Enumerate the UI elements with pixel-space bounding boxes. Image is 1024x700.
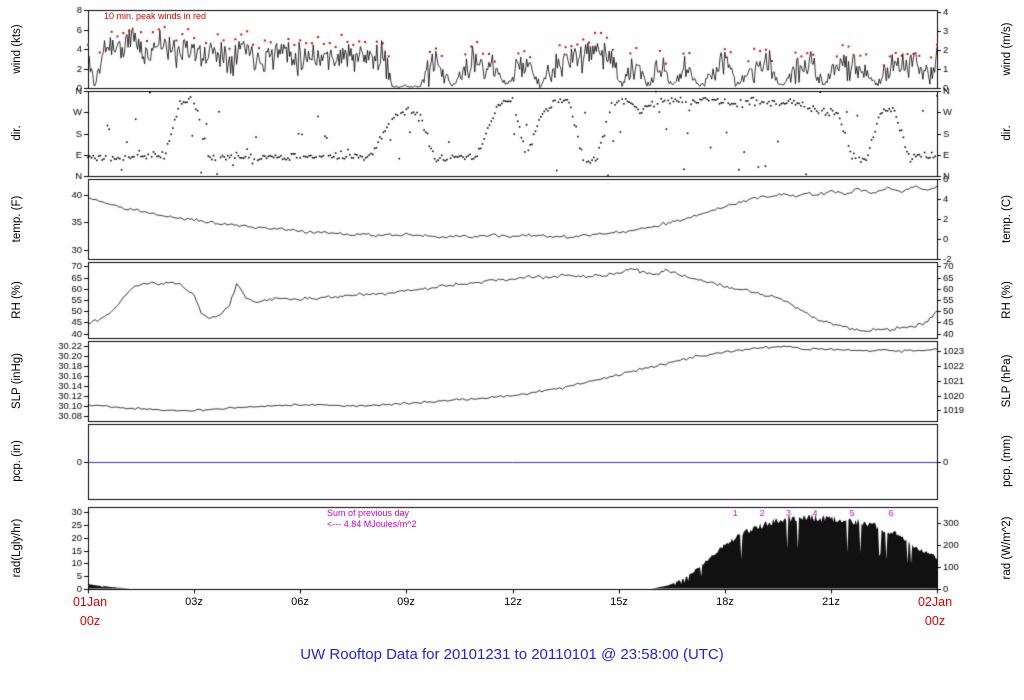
rh-left-axis-title: RH (%) [11,281,23,319]
meteogram-canvas [0,0,1024,600]
dir-left-axis-title: dir. [11,125,23,141]
pcp-left-axis-title: pcp. (in) [11,440,23,482]
xtick-09z: 09z [397,596,415,608]
start-date-label: 01Jan [72,595,108,609]
peak-wind-note: 10 min. peak winds in red [104,11,207,21]
wind-right-axis-title: wind (m/s) [1001,22,1013,76]
slp-left-axis-title: SLP (inHg) [11,352,23,410]
temp-left-axis-title: temp. (F) [11,195,23,243]
pcp-right-axis-title: pcp. (mm) [1001,435,1013,487]
xtick-15z: 15z [610,596,628,608]
start-hour-label: 00z [79,614,101,628]
end-date-label: 02Jan [917,595,953,609]
rh-right-axis-title: RH (%) [1001,281,1013,319]
rad-sum-note-line1: Sum of previous day [327,508,410,518]
temp-right-axis-title: temp. (C) [1001,195,1013,243]
slp-right-axis-title: SLP (hPa) [1001,354,1013,408]
meteogram-screen: wind (kts) dir. temp. (F) RH (%) SLP (in… [0,0,1024,700]
xtick-03z: 03z [185,596,203,608]
end-hour-label: 00z [924,614,946,628]
wind-left-axis-title: wind (kts) [11,24,23,74]
rad-sum-note-line2: <--- 4.84 MJoules/m^2 [327,519,417,529]
xtick-12z: 12z [504,596,522,608]
rad-right-axis-title: rad (W/m^2) [1001,516,1013,580]
xtick-21z: 21z [822,596,840,608]
rad-left-axis-title: rad(Lgly/hr) [11,518,23,578]
dir-right-axis-title: dir. [1001,125,1013,141]
xtick-06z: 06z [291,596,309,608]
xtick-18z: 18z [716,596,734,608]
figure-title: UW Rooftop Data for 20101231 to 20110101… [300,646,724,663]
